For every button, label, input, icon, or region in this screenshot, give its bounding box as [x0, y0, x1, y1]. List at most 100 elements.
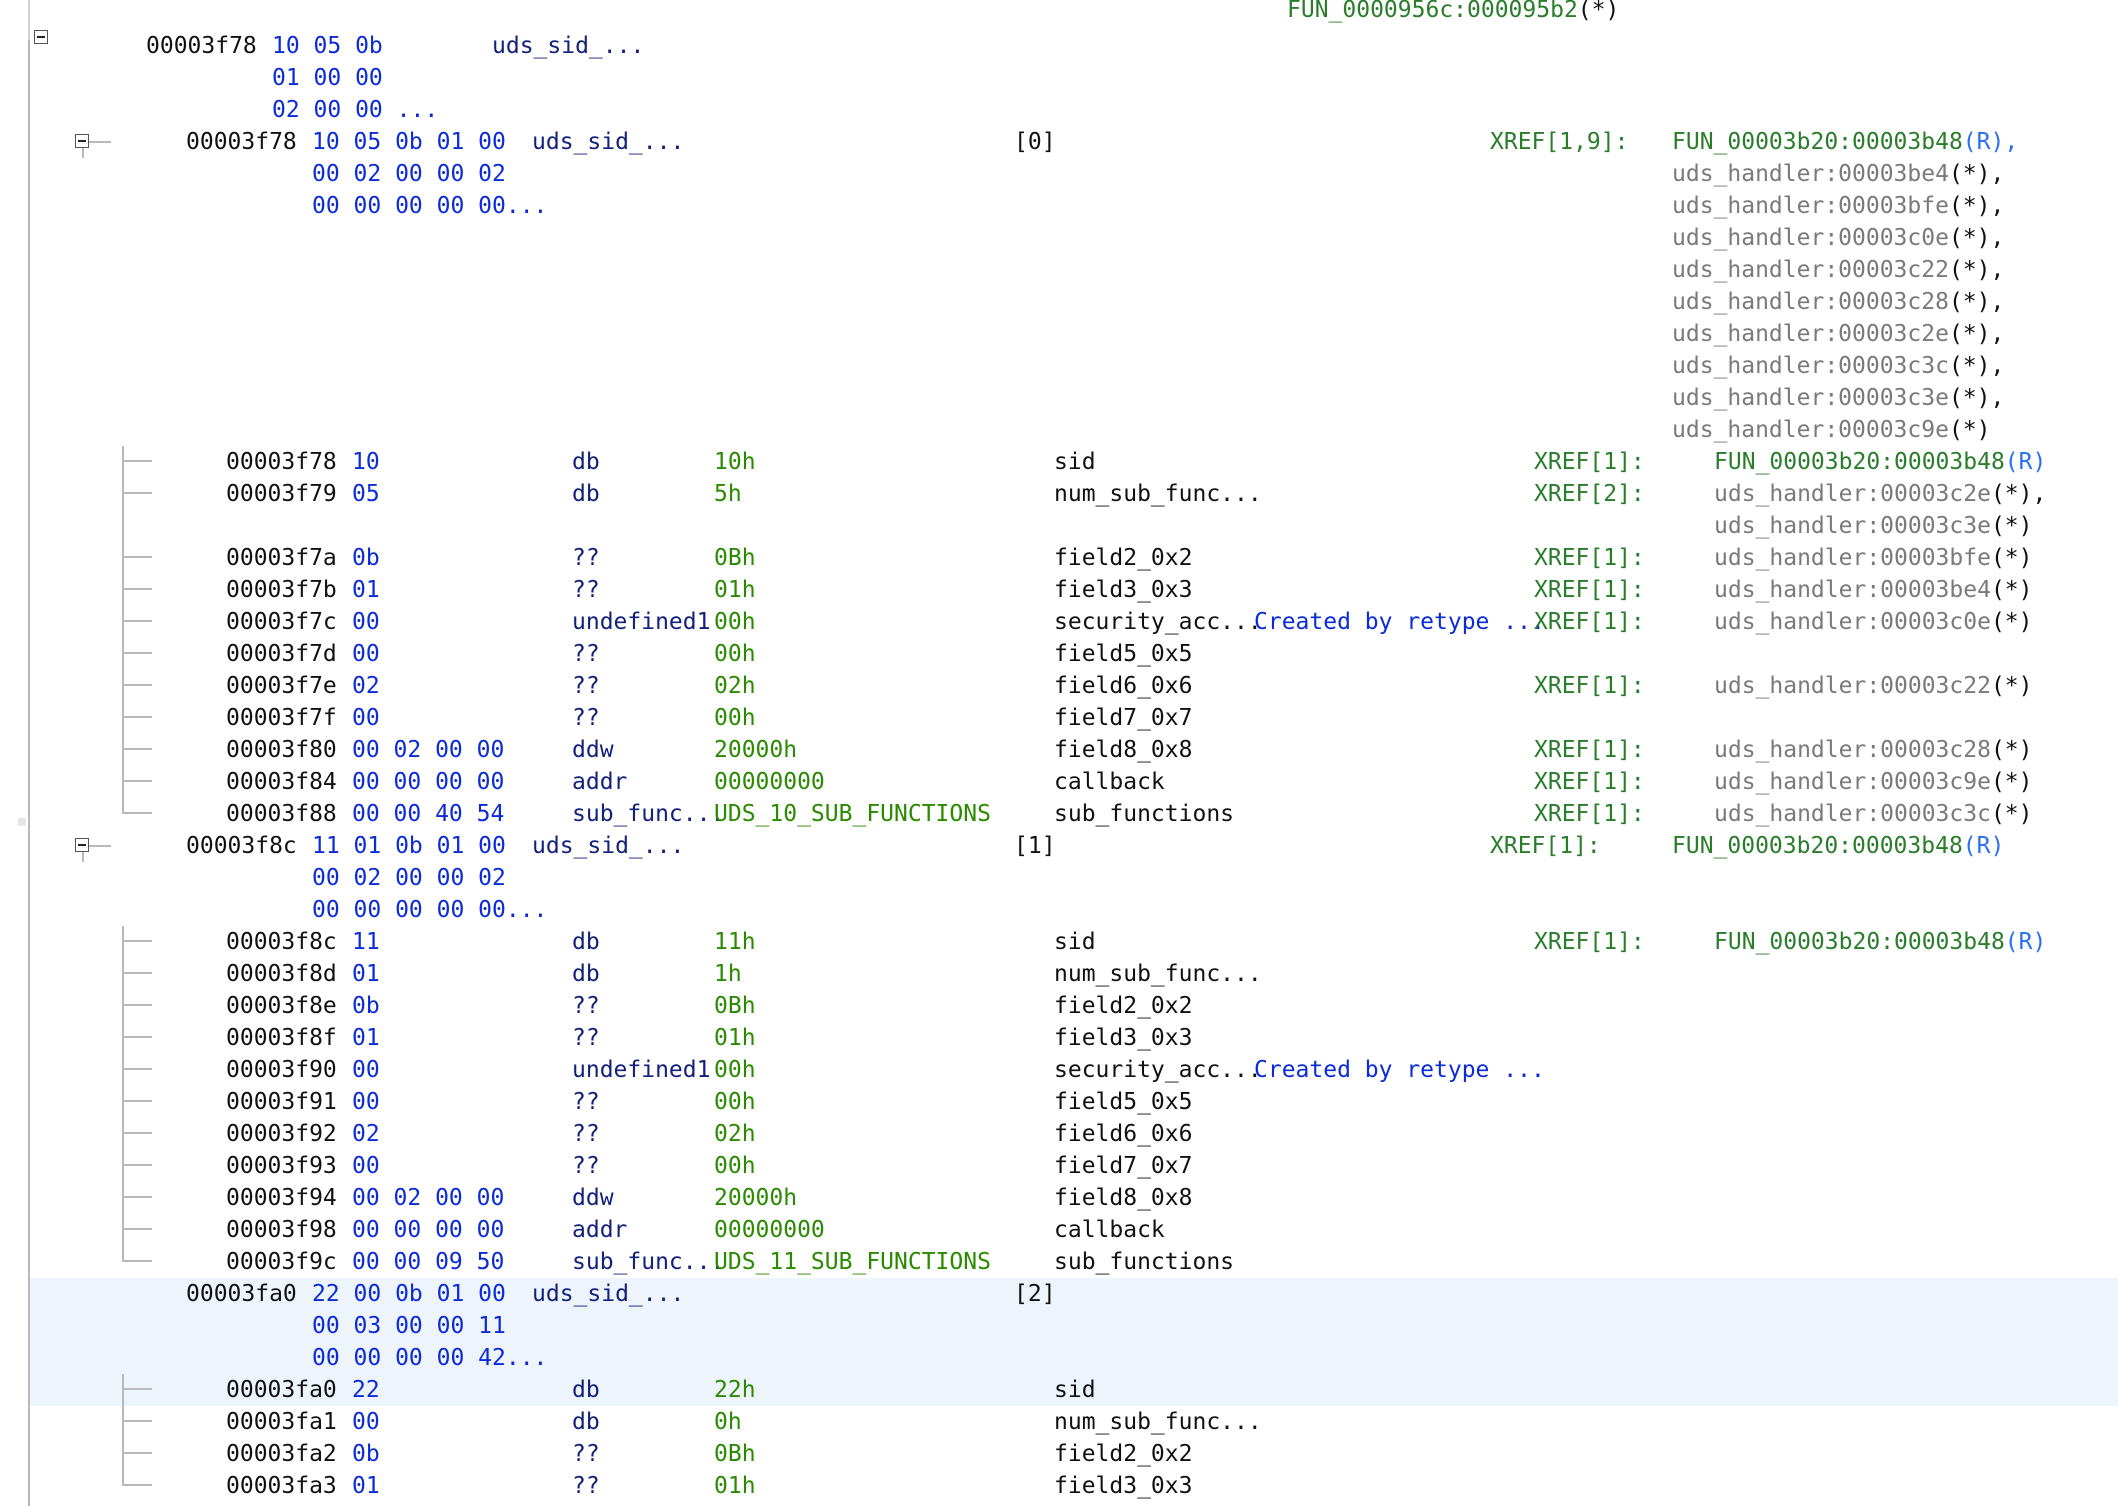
xref-target-text[interactable]: FUN_0000956c:000095b2 [1287, 0, 1578, 23]
root-struct-row[interactable]: 02 00 00 ... [30, 94, 2118, 126]
struct1-header-row[interactable]: 00 02 00 00 02 [30, 862, 2118, 894]
xref-target-text[interactable]: uds_handler:00003c0e [1714, 609, 1991, 635]
xref-target-text[interactable]: uds_handler:00003bfe [1672, 193, 1949, 219]
struct0-field-row[interactable]: 00003f7a 0b?? 0Bh field2_0x2 XREF[1]: uds_han… [30, 542, 2118, 574]
struct0-field-address[interactable]: 00003f7a [226, 542, 337, 574]
struct0-field-value[interactable]: 02h [714, 670, 756, 702]
struct0-field-value[interactable]: 5h [714, 478, 742, 510]
xref-row-top[interactable]: FUN_0000956c:000095b2(*) [30, 0, 2118, 26]
root-struct-row[interactable]: 00003f78 10 05 0b uds_sid_... [30, 30, 2118, 62]
struct2-field-value[interactable]: 0h [714, 1406, 742, 1438]
struct0-xref-link[interactable]: uds_handler:00003c0e(*), [1672, 222, 2004, 254]
struct1-field-value[interactable]: 20000h [714, 1182, 797, 1214]
struct1-field-row[interactable]: 00003f9c 00 00 09 50 sub_func... UDS_11_SUB… [30, 1246, 2118, 1278]
struct1-field-value[interactable]: 02h [714, 1118, 756, 1150]
struct2-header-row[interactable]: 00 00 00 00 42... [30, 1342, 2118, 1374]
struct0-xref-link[interactable]: uds_handler:00003c22(*), [1672, 254, 2004, 286]
struct0-xref-row[interactable]: uds_handler:00003c2e(*), [30, 318, 2118, 350]
struct0-field-address[interactable]: 00003f7f [226, 702, 337, 734]
struct0-field-row[interactable]: 00003f7c 00 undefined1 00h security_acc... Cr… [30, 606, 2118, 638]
struct0-xref-link[interactable]: uds_handler:00003be4(*), [1672, 158, 2004, 190]
struct1-field-row[interactable]: 00003f8e 0b?? 0Bh field2_0x2 [30, 990, 2118, 1022]
struct1-xref-row[interactable]: FUN_00003b20:00003b48(R) [30, 830, 2118, 862]
struct2-field-address[interactable]: 00003fa2 [226, 1438, 337, 1470]
struct0-field-row[interactable]: 00003f78 10 db 10h sid XREF[1]: FUN_00003b20:0… [30, 446, 2118, 478]
struct1-field-address[interactable]: 00003f91 [226, 1086, 337, 1118]
struct0-field-xref-row[interactable]: uds_handler:00003c3e(*) [30, 510, 2118, 542]
struct0-field-value[interactable]: 0Bh [714, 542, 756, 574]
xref-target-text[interactable]: uds_handler:00003c3c [1714, 801, 1991, 827]
struct1-field-address[interactable]: 00003f90 [226, 1054, 337, 1086]
struct1-field-value[interactable]: 00h [714, 1086, 756, 1118]
struct2-field-row[interactable]: 00003fa1 00 db 0h num_sub_func... [30, 1406, 2118, 1438]
xref-target-text[interactable]: uds_handler:00003c22 [1672, 257, 1949, 283]
struct1-field-value[interactable]: 00000000 [714, 1214, 825, 1246]
struct0-field-xref-link[interactable]: uds_handler:00003c28(*) [1714, 734, 2033, 766]
xref-target-text[interactable]: FUN_00003b20:00003b48 [1714, 449, 2005, 475]
struct1-field-address[interactable]: 00003f98 [226, 1214, 337, 1246]
struct0-xref-link[interactable]: FUN_00003b20:00003b48(R), [1672, 126, 2018, 158]
struct0-field-value[interactable]: 00000000 [714, 766, 825, 798]
struct0-field-row[interactable]: 00003f7b 01?? 01h field3_0x3 XREF[1]: uds_han… [30, 574, 2118, 606]
struct0-field-xref-link[interactable]: uds_handler:00003bfe(*) [1714, 542, 2033, 574]
xref-target-text[interactable]: uds_handler:00003c3c [1672, 353, 1949, 379]
struct0-field-value[interactable]: 10h [714, 446, 756, 478]
xref-target-text[interactable]: uds_handler:00003c28 [1672, 289, 1949, 315]
struct0-xref-row[interactable]: uds_handler:00003c3e(*), [30, 382, 2118, 414]
struct0-field-row[interactable]: 00003f80 00 02 00 00 ddw 20000h field8_0x8 XR… [30, 734, 2118, 766]
struct1-xref-link[interactable]: FUN_00003b20:00003b48(R) [1672, 830, 2004, 862]
struct1-header-row[interactable]: 00 00 00 00 00... [30, 894, 2118, 926]
root-struct-label[interactable]: uds_sid_... [492, 30, 644, 62]
xref-target-text[interactable]: uds_handler:00003c9e [1714, 769, 1991, 795]
struct0-field-row[interactable]: 00003f79 05 db 5h num_sub_func... XREF[2]: uds… [30, 478, 2118, 510]
struct2-address[interactable]: 00003fa0 [186, 1278, 297, 1310]
struct0-field-xref-link[interactable]: uds_handler:00003c22(*) [1714, 670, 2033, 702]
xref-target-text[interactable]: uds_handler:00003c3e [1714, 513, 1991, 539]
struct0-xref-link[interactable]: uds_handler:00003c28(*), [1672, 286, 2004, 318]
struct0-field-row[interactable]: 00003f84 00 00 00 00 addr 00000000 callback X… [30, 766, 2118, 798]
struct1-field-address[interactable]: 00003f94 [226, 1182, 337, 1214]
struct0-field-xref-link[interactable]: uds_handler:00003c0e(*) [1714, 606, 2033, 638]
struct0-xref-link[interactable]: uds_handler:00003bfe(*), [1672, 190, 2004, 222]
struct2-field-address[interactable]: 00003fa1 [226, 1406, 337, 1438]
struct1-field-value[interactable]: 00h [714, 1054, 756, 1086]
struct0-field-address[interactable]: 00003f7d [226, 638, 337, 670]
struct0-field-address[interactable]: 00003f7b [226, 574, 337, 606]
struct0-xref-row[interactable]: uds_handler:00003c3c(*), [30, 350, 2118, 382]
struct0-field-xref-link[interactable]: FUN_00003b20:00003b48(R) [1714, 446, 2046, 478]
struct0-field-xref-link[interactable]: uds_handler:00003be4(*) [1714, 574, 2033, 606]
struct1-field-value[interactable]: 00h [714, 1150, 756, 1182]
struct0-xref-row[interactable]: uds_handler:00003c9e(*) [30, 414, 2118, 446]
struct0-xref-link[interactable]: uds_handler:00003c9e(*) [1672, 414, 1991, 446]
struct0-field-value[interactable]: 00h [714, 606, 756, 638]
xref-target-text[interactable]: uds_handler:00003c3e [1672, 385, 1949, 411]
struct1-field-row[interactable]: 00003f93 00?? 00h field7_0x7 [30, 1150, 2118, 1182]
struct2-header-row[interactable]: 00 03 00 00 11 [30, 1310, 2118, 1342]
struct1-field-row[interactable]: 00003f91 00?? 00h field5_0x5 [30, 1086, 2118, 1118]
struct1-field-address[interactable]: 00003f9c [226, 1246, 337, 1278]
root-struct-row[interactable]: 01 00 00 [30, 62, 2118, 94]
struct1-field-row[interactable]: 00003f8c 11 db 11h sid XREF[1]: FUN_00003b20:0… [30, 926, 2118, 958]
struct0-xref-link[interactable]: uds_handler:00003c3c(*), [1672, 350, 2004, 382]
struct2-label[interactable]: uds_sid_... [532, 1278, 684, 1310]
left-margin-gutter[interactable] [0, 0, 30, 1506]
xref-target-text[interactable]: uds_handler:00003c9e [1672, 417, 1949, 443]
struct0-xref-link[interactable]: uds_handler:00003c3e(*), [1672, 382, 2004, 414]
struct1-field-row[interactable]: 00003f92 02?? 02h field6_0x6 [30, 1118, 2118, 1150]
struct0-field-xref-link[interactable]: uds_handler:00003c3e(*) [1714, 510, 2033, 542]
struct2-field-value[interactable]: 22h [714, 1374, 756, 1406]
struct1-field-value[interactable]: 1h [714, 958, 742, 990]
struct2-field-row[interactable]: 00003fa0 22 db 22h sid [30, 1374, 2118, 1406]
struct0-field-row[interactable]: 00003f7d 00?? 00h field5_0x5 [30, 638, 2118, 670]
xref-target-text[interactable]: uds_handler:00003be4 [1672, 161, 1949, 187]
struct0-field-row[interactable]: 00003f88 00 00 40 54 sub_func... UDS_10_SUB… [30, 798, 2118, 830]
struct0-field-value[interactable]: UDS_10_SUB_FUNCTIONS [714, 798, 991, 830]
struct0-xref-row[interactable]: uds_handler:00003c0e(*), [30, 222, 2118, 254]
struct2-field-value[interactable]: 01h [714, 1470, 756, 1502]
struct1-field-xref-link[interactable]: FUN_00003b20:00003b48(R) [1714, 926, 2046, 958]
struct1-field-row[interactable]: 00003f98 00 00 00 00 addr 00000000 callback [30, 1214, 2118, 1246]
struct1-field-address[interactable]: 00003f8f [226, 1022, 337, 1054]
struct1-field-address[interactable]: 00003f8c [226, 926, 337, 958]
struct1-field-address[interactable]: 00003f8d [226, 958, 337, 990]
struct0-field-address[interactable]: 00003f78 [226, 446, 337, 478]
